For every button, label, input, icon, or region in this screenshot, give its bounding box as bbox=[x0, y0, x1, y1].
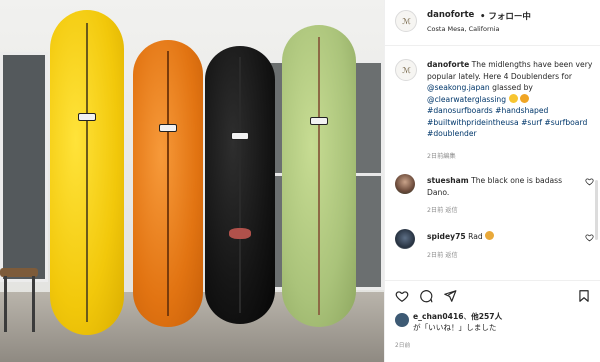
likes-suffix: が「いいね！」しました bbox=[413, 323, 497, 332]
location-link[interactable]: Costa Mesa, California bbox=[427, 25, 499, 33]
post-date[interactable]: 2日前 bbox=[395, 340, 410, 349]
avatar-mark: ℳ bbox=[402, 16, 411, 26]
stringer bbox=[239, 57, 241, 313]
smile-emoji-icon bbox=[508, 93, 518, 103]
comment-meta: 2日前 返信 bbox=[427, 207, 458, 214]
surfboard-yellow bbox=[50, 10, 124, 335]
author-username[interactable]: danoforte bbox=[427, 10, 474, 20]
caption-username[interactable]: danoforte bbox=[427, 60, 469, 69]
board-logo bbox=[159, 124, 177, 132]
comment-username[interactable]: spidey75 bbox=[427, 232, 466, 241]
window-left bbox=[0, 52, 48, 282]
hands-emoji-icon bbox=[519, 93, 529, 103]
share-icon[interactable] bbox=[443, 289, 457, 303]
comment-username[interactable]: stuesham bbox=[427, 176, 469, 185]
board-logo-red bbox=[229, 228, 251, 239]
caption-text: danoforte The midlengths have been very … bbox=[427, 59, 595, 140]
bookmark-icon[interactable] bbox=[577, 289, 591, 303]
hashtag-links[interactable]: #danosurfboards #handshaped #builtwithpr… bbox=[427, 106, 587, 138]
caption-time: 2日前編集 bbox=[427, 153, 456, 160]
post-photo[interactable] bbox=[0, 0, 384, 362]
stringer bbox=[86, 23, 88, 322]
comment-text: spidey75 Rad bbox=[427, 231, 577, 243]
comments-list: ℳ danoforte The midlengths have been ver… bbox=[385, 47, 600, 273]
comment-body: Rad bbox=[468, 232, 483, 241]
thumbs-emoji-icon bbox=[485, 231, 495, 240]
commenter-avatar[interactable] bbox=[395, 174, 415, 194]
surfboard-orange bbox=[133, 40, 203, 327]
commenter-avatar[interactable] bbox=[395, 229, 415, 249]
post-header: ℳ danoforte • フォロー中 Costa Mesa, Californ… bbox=[385, 0, 600, 46]
board-logo bbox=[78, 113, 96, 121]
follow-status[interactable]: • フォロー中 bbox=[480, 10, 531, 22]
instagram-post: ℳ danoforte • フォロー中 Costa Mesa, Californ… bbox=[0, 0, 600, 362]
surfboard-black bbox=[205, 46, 275, 324]
board-logo bbox=[310, 117, 328, 125]
mention-link[interactable]: @clearwaterglassing bbox=[427, 95, 506, 104]
comment-icon[interactable] bbox=[419, 289, 433, 303]
liker-username[interactable]: e_chan0416 bbox=[413, 312, 464, 321]
likes-sep: 、 bbox=[463, 312, 472, 321]
mention-link[interactable]: @seakong.japan bbox=[427, 83, 490, 92]
comment-text: stuesham The black one is badass Dano. bbox=[427, 175, 577, 198]
caption-body-2: glassed by bbox=[492, 83, 533, 92]
board-logo bbox=[231, 132, 249, 140]
avatar-mark: ℳ bbox=[402, 65, 411, 75]
caption-avatar[interactable]: ℳ bbox=[395, 59, 417, 81]
comment-like-icon[interactable] bbox=[585, 233, 594, 242]
post-sidebar: ℳ danoforte • フォロー中 Costa Mesa, Californ… bbox=[384, 0, 600, 362]
heart-icon[interactable] bbox=[395, 289, 409, 303]
stringer bbox=[318, 37, 320, 315]
stool-leg bbox=[32, 276, 35, 332]
likes-summary: e_chan0416、他257人 が「いいね！」しました bbox=[413, 311, 502, 333]
author-avatar[interactable]: ℳ bbox=[395, 10, 417, 32]
liker-avatar[interactable] bbox=[395, 313, 409, 327]
action-bar bbox=[385, 280, 600, 310]
surfboard-green bbox=[282, 25, 356, 327]
comment-meta: 2日前 返信 bbox=[427, 252, 458, 259]
comment-like-icon[interactable] bbox=[585, 177, 594, 186]
comments-scrollbar[interactable] bbox=[595, 180, 598, 240]
stool-leg bbox=[4, 276, 7, 332]
likes-count[interactable]: 他257人 bbox=[471, 312, 502, 321]
stringer bbox=[167, 51, 169, 316]
